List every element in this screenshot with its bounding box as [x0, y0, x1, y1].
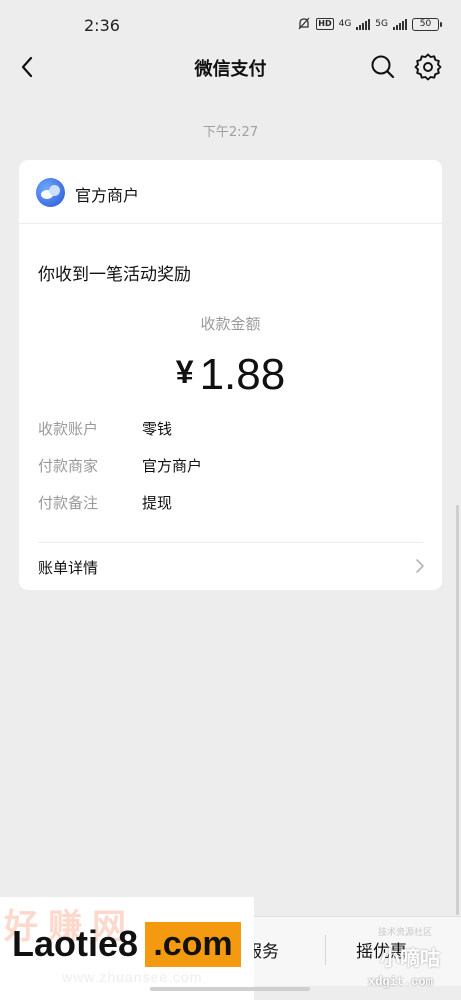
hd-badge: HD: [316, 18, 334, 30]
watermark-logo-left: 好赚网 Laotie8 .com www.zhuansee.com: [0, 897, 254, 1000]
watermark-dotcom: .com: [145, 922, 241, 967]
battery-icon: 50: [412, 17, 442, 31]
watermark-right-url: xdgit.com: [368, 975, 433, 989]
merchant-avatar: [36, 178, 65, 207]
chevron-right-icon: [416, 559, 424, 573]
signal-icon: [356, 18, 371, 30]
card-header[interactable]: 官方商户: [19, 160, 442, 224]
detail-key: 收款账户: [38, 420, 99, 438]
home-indicator[interactable]: [150, 987, 310, 991]
detail-value: 官方商户: [142, 457, 203, 475]
payment-message-card[interactable]: 官方商户 你收到一笔活动奖励 收款金额 ¥1.88 收款账户 零钱 付款商家 官…: [19, 160, 442, 590]
watermark-main-text: Laotie8: [12, 923, 139, 964]
bill-details-label: 账单详情: [38, 559, 99, 577]
search-button[interactable]: [369, 53, 397, 81]
currency-symbol: ¥: [175, 354, 194, 390]
gear-icon: [414, 53, 442, 81]
status-time: 2:36: [84, 16, 120, 35]
network-5g-label: 5G: [375, 19, 388, 29]
status-bar: 2:36 HD 4G 5G 50: [0, 0, 461, 50]
detail-value: 提现: [142, 494, 173, 512]
signal-icon-2: [393, 18, 407, 30]
bell-off-icon: [298, 17, 310, 30]
watermark-url: www.zhuansee.com: [62, 969, 203, 985]
message-subtitle: 你收到一笔活动奖励: [38, 265, 191, 285]
amount-number: 1.88: [199, 350, 286, 399]
menu-separator: [325, 935, 326, 965]
merchant-name: 官方商户: [75, 186, 140, 205]
detail-key: 付款备注: [38, 494, 99, 512]
amount-label: 收款金额: [200, 315, 261, 333]
settings-button[interactable]: [414, 53, 442, 81]
watermark-right-logo: 小嘀咕: [380, 946, 440, 970]
detail-value: 零钱: [142, 420, 173, 438]
nav-bar: 微信支付: [0, 45, 461, 89]
bill-details-link[interactable]: 账单详情: [19, 543, 442, 590]
amount-value: ¥1.88: [19, 350, 442, 400]
watermark-right-caption: 技术资源社区: [378, 928, 433, 938]
search-icon: [371, 55, 395, 79]
status-icons: HD 4G 5G 50: [297, 17, 442, 31]
network-4g-label: 4G: [338, 19, 352, 29]
scrollbar[interactable]: [456, 505, 459, 915]
message-timestamp: 下午2:27: [202, 125, 259, 140]
detail-key: 付款商家: [38, 457, 99, 475]
